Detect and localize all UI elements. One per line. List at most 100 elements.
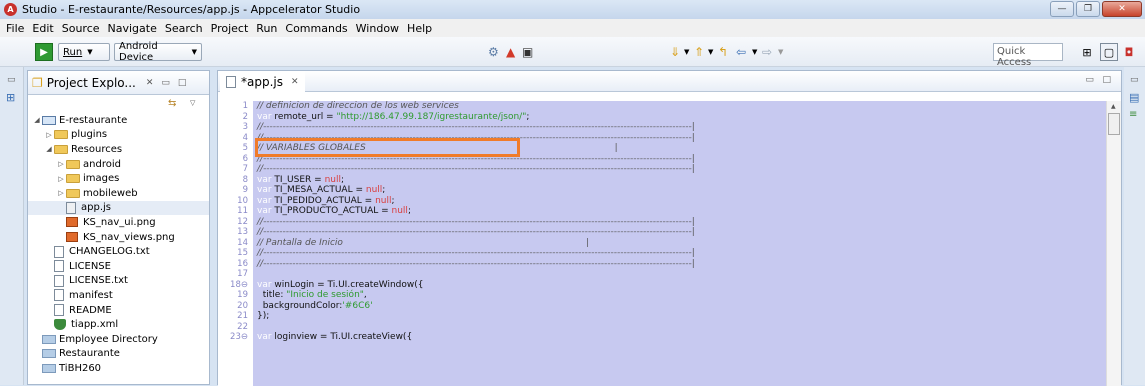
tree-item[interactable]: Restaurante [28,347,209,362]
tree-item[interactable]: ◢ Resources [28,142,209,157]
quick-access-input[interactable]: Quick Access [993,43,1063,68]
code-line[interactable]: // Pantalla de Inicio | [253,238,1106,249]
maximize-button[interactable]: ❐ [1076,1,1100,17]
minimize-icon[interactable]: ▭ [161,78,170,88]
menu-bar: File Edit Source Navigate Search Project Run Co… [0,19,1145,37]
web-perspective-icon[interactable]: ▢ [1100,43,1118,61]
code-line[interactable]: var TI_PRODUCTO_ACTUAL = null; [253,206,1106,217]
tree-item[interactable]: ▷ mobileweb [28,186,209,201]
restore-icon[interactable]: ▭ [1130,75,1139,85]
code-line[interactable]: var loginview = Ti.UI.createView({ [253,332,1106,343]
expanded-arrow-icon[interactable]: ◢ [44,145,54,153]
menu-search[interactable]: Search [161,22,207,35]
code-line[interactable]: //--------------------------------------… [253,164,1106,175]
tree-item[interactable]: KS_nav_views.png [28,230,209,245]
build-icon[interactable]: ⚙ [488,45,499,59]
menu-window[interactable]: Window [352,22,403,35]
minimize-button[interactable]: — [1050,1,1074,17]
collapsed-arrow-icon[interactable]: ▷ [56,175,66,183]
code-line[interactable]: //--------------------------------------… [253,259,1106,270]
warning-icon[interactable]: ▲ [506,45,515,59]
tree-item-label: manifest [69,289,113,301]
code-line[interactable]: // definicion de direccion de los web se… [253,101,1106,112]
menu-navigate[interactable]: Navigate [104,22,161,35]
window-controls: — ❐ ✕ [1050,1,1142,17]
collapsed-arrow-icon[interactable]: ▷ [56,160,66,168]
terminal-icon[interactable]: ▣ [522,45,533,59]
open-perspective-icon[interactable]: ⊞ [1078,43,1096,61]
chevron-down-icon[interactable]: ▼ [708,48,713,56]
target-dropdown[interactable]: Android Device ▼ [114,41,202,63]
back-icon[interactable]: ⇦ [736,45,746,59]
tree-item[interactable]: app.js [28,200,209,216]
tree-item[interactable]: tiapp.xml [28,317,209,332]
scroll-up-icon[interactable]: ▲ [1111,103,1116,110]
line-number: 19 [237,290,248,300]
code-line[interactable]: var winLogin = Ti.UI.createWindow({ [253,280,1106,291]
restore-icon[interactable]: ▭ [7,75,16,85]
last-edit-icon[interactable]: ↰ [718,45,728,59]
tree-item[interactable]: ◢ E-restaurante [28,113,209,128]
scrollbar-thumb[interactable] [1108,113,1120,135]
code-line[interactable]: //--------------------------------------… [253,248,1106,259]
line-number: 14 [237,237,248,248]
editor-tab-app-js[interactable]: *app.js ✕ [220,71,305,92]
annotation-next-icon[interactable]: ⇓ [670,45,680,59]
code-line[interactable]: title: "Inicio de sesión", [253,290,1106,301]
console-icon[interactable]: ▤ [1129,91,1139,104]
gfolder-icon [42,349,56,359]
chevron-down-icon[interactable]: ▼ [778,48,783,56]
tree-item[interactable]: TiBH260 [28,361,209,376]
tree-item[interactable]: manifest [28,288,209,303]
code-line[interactable]: var TI_PEDIDO_ACTUAL = null; [253,196,1106,207]
code-line[interactable]: var TI_MESA_ACTUAL = null; [253,185,1106,196]
code-line[interactable] [253,322,1106,333]
chevron-down-icon[interactable]: ▼ [684,48,689,56]
menu-run[interactable]: Run [252,22,281,35]
menu-help[interactable]: Help [403,22,436,35]
collapsed-arrow-icon[interactable]: ▷ [56,189,66,197]
close-icon[interactable]: ✕ [146,78,154,88]
tree-item[interactable]: ▷ android [28,157,209,172]
close-button[interactable]: ✕ [1102,1,1142,17]
view-menu-icon[interactable]: ▽ [190,99,195,107]
code-line[interactable]: //--------------------------------------… [253,217,1106,228]
forward-icon[interactable]: ⇨ [762,45,772,59]
tree-item[interactable]: LICENSE.txt [28,274,209,289]
tree-item[interactable]: Employee Directory [28,332,209,347]
outline-icon[interactable]: ⊞ [6,91,15,104]
tree-item[interactable]: CHANGELOG.txt [28,244,209,259]
menu-file[interactable]: File [2,22,28,35]
tree-item[interactable]: KS_nav_ui.png [28,215,209,230]
expanded-arrow-icon[interactable]: ◢ [32,116,42,124]
code-line[interactable]: backgroundColor:'#6C6' [253,301,1106,312]
chevron-down-icon[interactable]: ▼ [752,48,757,56]
tree-item[interactable]: ▷ images [28,171,209,186]
collapsed-arrow-icon[interactable]: ▷ [44,131,54,139]
menu-project[interactable]: Project [207,22,253,35]
run-dropdown[interactable]: Run ▼ [58,43,110,61]
studio-perspective-icon[interactable]: ◘ [1120,43,1138,61]
link-editor-icon[interactable]: ⇆ [168,98,176,109]
code-line[interactable]: //--------------------------------------… [253,122,1106,133]
line-number: 11 [237,206,248,216]
code-line[interactable]: var remote_url = "http://186.47.99.187/i… [253,112,1106,123]
menu-edit[interactable]: Edit [28,22,57,35]
code-line[interactable]: //--------------------------------------… [253,227,1106,238]
editor-window-controls[interactable]: ▭ □ [1085,75,1111,85]
code-line[interactable]: var TI_USER = null; [253,175,1106,186]
code-line[interactable]: }); [253,311,1106,322]
code-line[interactable] [253,269,1106,280]
close-icon[interactable]: ✕ [291,77,299,87]
annotation-prev-icon[interactable]: ⇑ [694,45,704,59]
outline-view-icon[interactable]: ≡ [1129,109,1137,120]
maximize-icon[interactable]: □ [178,78,187,88]
project-explorer-tab[interactable]: ❐ Project Explo... ✕ ▭ □ [28,71,209,95]
menu-commands[interactable]: Commands [281,22,351,35]
tree-item[interactable]: ▷ plugins [28,128,209,143]
vertical-scrollbar[interactable]: ▲ [1106,101,1121,386]
run-icon[interactable]: ▶ [35,43,53,61]
tree-item[interactable]: LICENSE [28,259,209,274]
tree-item[interactable]: README [28,303,209,318]
menu-source[interactable]: Source [58,22,104,35]
